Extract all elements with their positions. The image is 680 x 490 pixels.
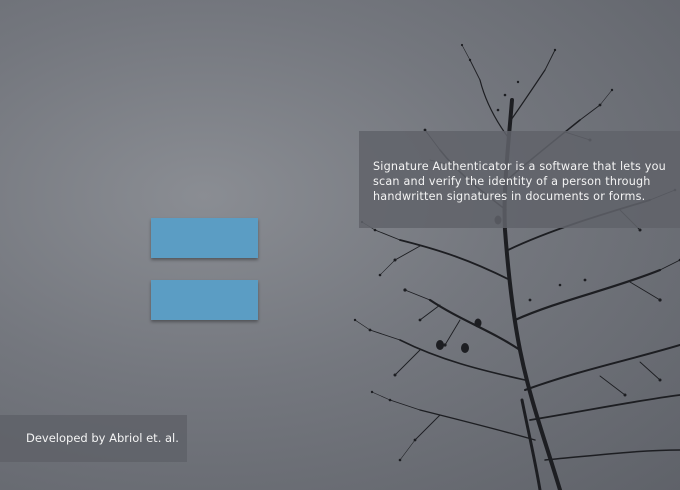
- developer-credit: Developed by Abriol et. al.: [26, 431, 179, 445]
- developer-credit-panel: Developed by Abriol et. al.: [0, 415, 187, 462]
- app-description: Signature Authenticator is a software th…: [373, 160, 666, 203]
- primary-action-button[interactable]: [151, 218, 258, 258]
- description-panel: Signature Authenticator is a software th…: [359, 131, 680, 228]
- secondary-action-button[interactable]: [151, 280, 258, 320]
